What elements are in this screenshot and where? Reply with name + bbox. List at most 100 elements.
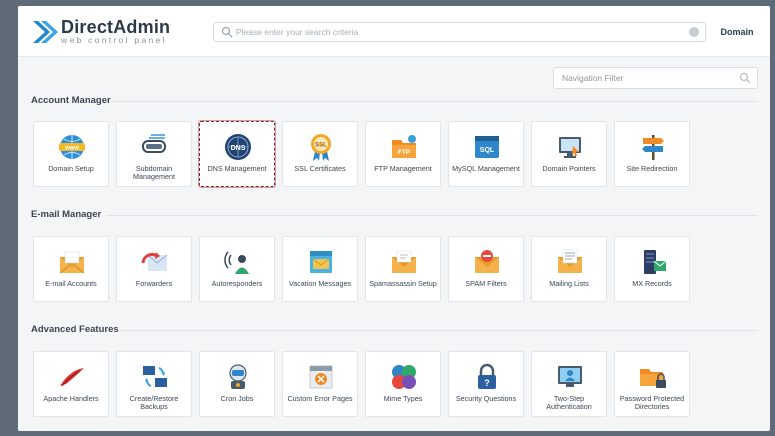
tile-label: DNS Management bbox=[207, 164, 267, 173]
tile-mx-records[interactable]: MX Records bbox=[614, 236, 690, 302]
tile-label: FTP Management bbox=[374, 164, 432, 173]
two-step-icon bbox=[558, 366, 582, 387]
tile-ssl-certificates[interactable]: SSL SSL Certificates bbox=[282, 121, 358, 187]
svg-text:SSL: SSL bbox=[315, 143, 327, 149]
domain-pointer-icon bbox=[559, 137, 581, 158]
tile-label: Apache Handlers bbox=[43, 394, 99, 403]
spam-filter-icon bbox=[475, 250, 499, 273]
backup-icon bbox=[143, 366, 167, 387]
mime-types-icon bbox=[392, 365, 416, 389]
tile-label: Site Redirection bbox=[626, 164, 678, 173]
tile-label: Forwarders bbox=[135, 279, 173, 288]
search-clear-icon[interactable] bbox=[689, 27, 699, 37]
tile-subdomain-management[interactable]: Subdomain Management bbox=[116, 121, 192, 187]
svg-text:SQL: SQL bbox=[480, 147, 495, 154]
dns-globe-icon: DNS bbox=[225, 134, 251, 160]
subdomain-icon bbox=[142, 134, 166, 153]
www-globe-icon: www bbox=[59, 135, 85, 159]
directadmin-logo-icon bbox=[33, 21, 58, 43]
tile-security-questions[interactable]: ? Security Questions bbox=[448, 351, 524, 417]
tile-label: Spamassassin Setup bbox=[369, 279, 437, 288]
tile-forwarders[interactable]: Forwarders bbox=[116, 236, 192, 302]
tile-label: SSL Certificates bbox=[294, 164, 346, 173]
signpost-icon bbox=[642, 135, 664, 160]
navigation-filter[interactable] bbox=[553, 67, 758, 89]
tile-label: Custom Error Pages bbox=[287, 394, 353, 403]
autoresponder-icon bbox=[224, 251, 249, 274]
lock-question-icon: ? bbox=[478, 363, 496, 389]
section-title-account-manager: Account Manager bbox=[31, 95, 111, 106]
tile-apache-handlers[interactable]: Apache Handlers bbox=[33, 351, 109, 417]
tile-label: Autoresponders bbox=[211, 279, 263, 288]
tile-domain-setup[interactable]: www Domain Setup bbox=[33, 121, 109, 187]
navigation-filter-input[interactable] bbox=[562, 70, 732, 86]
svg-text:?: ? bbox=[484, 378, 490, 388]
svg-text:DNS: DNS bbox=[231, 145, 246, 152]
section-title-advanced-features: Advanced Features bbox=[31, 324, 119, 335]
tile-label: Mime Types bbox=[383, 394, 423, 403]
tile-two-step-authentication[interactable]: Two-Step Authentication bbox=[531, 351, 607, 417]
tile-label: Subdomain Management bbox=[133, 164, 175, 181]
directadmin-window: DirectAdmin web control panel Domain Acc… bbox=[18, 6, 770, 431]
tile-label: MySQL Management bbox=[452, 164, 520, 173]
cron-robot-icon bbox=[229, 364, 247, 389]
mx-records-icon bbox=[644, 250, 667, 274]
global-search[interactable] bbox=[213, 22, 706, 42]
tile-label: Password Protected Directories bbox=[619, 394, 685, 411]
brand-tagline: web control panel bbox=[61, 35, 167, 45]
tile-label: Domain Setup bbox=[48, 164, 94, 173]
brand-name: DirectAdmin bbox=[61, 17, 171, 37]
tile-label: SPAM Filters bbox=[465, 279, 507, 288]
tile-label: Two-Step Authentication bbox=[546, 394, 592, 411]
tile-vacation-messages[interactable]: Vacation Messages bbox=[282, 236, 358, 302]
top-bar: DirectAdmin web control panel Domain bbox=[18, 6, 770, 57]
tile-mime-types[interactable]: Mime Types bbox=[365, 351, 441, 417]
apache-feather-icon bbox=[60, 368, 84, 387]
forward-envelope-icon bbox=[141, 252, 168, 271]
ftp-folder-icon: FTP bbox=[392, 135, 416, 158]
tile-label: Create/Restore Backups bbox=[129, 394, 179, 411]
tile-ftp-management[interactable]: FTP FTP Management bbox=[365, 121, 441, 187]
envelope-icon bbox=[59, 251, 85, 274]
search-icon bbox=[221, 26, 233, 38]
tile-password-protected-directories[interactable]: Password Protected Directories bbox=[614, 351, 690, 417]
tile-mailing-lists[interactable]: Mailing Lists bbox=[531, 236, 607, 302]
tile-spamassassin-setup[interactable]: Spamassassin Setup bbox=[365, 236, 441, 302]
spamassassin-icon bbox=[392, 250, 416, 273]
domain-menu[interactable]: Domain bbox=[710, 24, 764, 40]
mailing-list-icon bbox=[558, 249, 582, 273]
tile-label: E-mail Accounts bbox=[45, 279, 97, 288]
tile-site-redirection[interactable]: Site Redirection bbox=[614, 121, 690, 187]
mysql-icon: SQL bbox=[475, 136, 499, 158]
tile-label: MX Records bbox=[632, 279, 672, 288]
vacation-icon bbox=[310, 251, 332, 273]
section-title-email-manager: E-mail Manager bbox=[31, 209, 102, 220]
tile-email-accounts[interactable]: E-mail Accounts bbox=[33, 236, 109, 302]
tile-label: Domain Pointers bbox=[542, 164, 596, 173]
tile-create-restore-backups[interactable]: Create/Restore Backups bbox=[116, 351, 192, 417]
filter-search-icon bbox=[739, 72, 751, 84]
error-page-icon bbox=[309, 365, 333, 389]
section-divider bbox=[120, 330, 758, 331]
advanced-features-grid: Apache Handlers Create/Restore Backups C… bbox=[33, 351, 690, 417]
tile-cron-jobs[interactable]: Cron Jobs bbox=[199, 351, 275, 417]
search-input[interactable] bbox=[236, 24, 676, 40]
section-divider bbox=[113, 101, 758, 102]
ssl-badge-icon: SSL bbox=[311, 134, 331, 161]
protected-folder-icon bbox=[640, 369, 666, 388]
tile-spam-filters[interactable]: SPAM Filters bbox=[448, 236, 524, 302]
tile-label: Mailing Lists bbox=[549, 279, 589, 288]
tile-label: Security Questions bbox=[455, 394, 517, 403]
tile-label: Vacation Messages bbox=[288, 279, 352, 288]
tile-label: Cron Jobs bbox=[220, 394, 254, 403]
email-manager-grid: E-mail Accounts Forwarders Autoresponder… bbox=[33, 236, 690, 302]
tile-domain-pointers[interactable]: Domain Pointers bbox=[531, 121, 607, 187]
section-divider bbox=[106, 215, 758, 216]
account-manager-grid: www Domain Setup Subdomain Management DN… bbox=[33, 121, 690, 187]
tile-custom-error-pages[interactable]: Custom Error Pages bbox=[282, 351, 358, 417]
svg-text:FTP: FTP bbox=[398, 149, 411, 156]
svg-text:www: www bbox=[64, 146, 79, 152]
tile-dns-management[interactable]: DNS DNS Management bbox=[199, 121, 275, 187]
tile-mysql-management[interactable]: SQL MySQL Management bbox=[448, 121, 524, 187]
tile-autoresponders[interactable]: Autoresponders bbox=[199, 236, 275, 302]
